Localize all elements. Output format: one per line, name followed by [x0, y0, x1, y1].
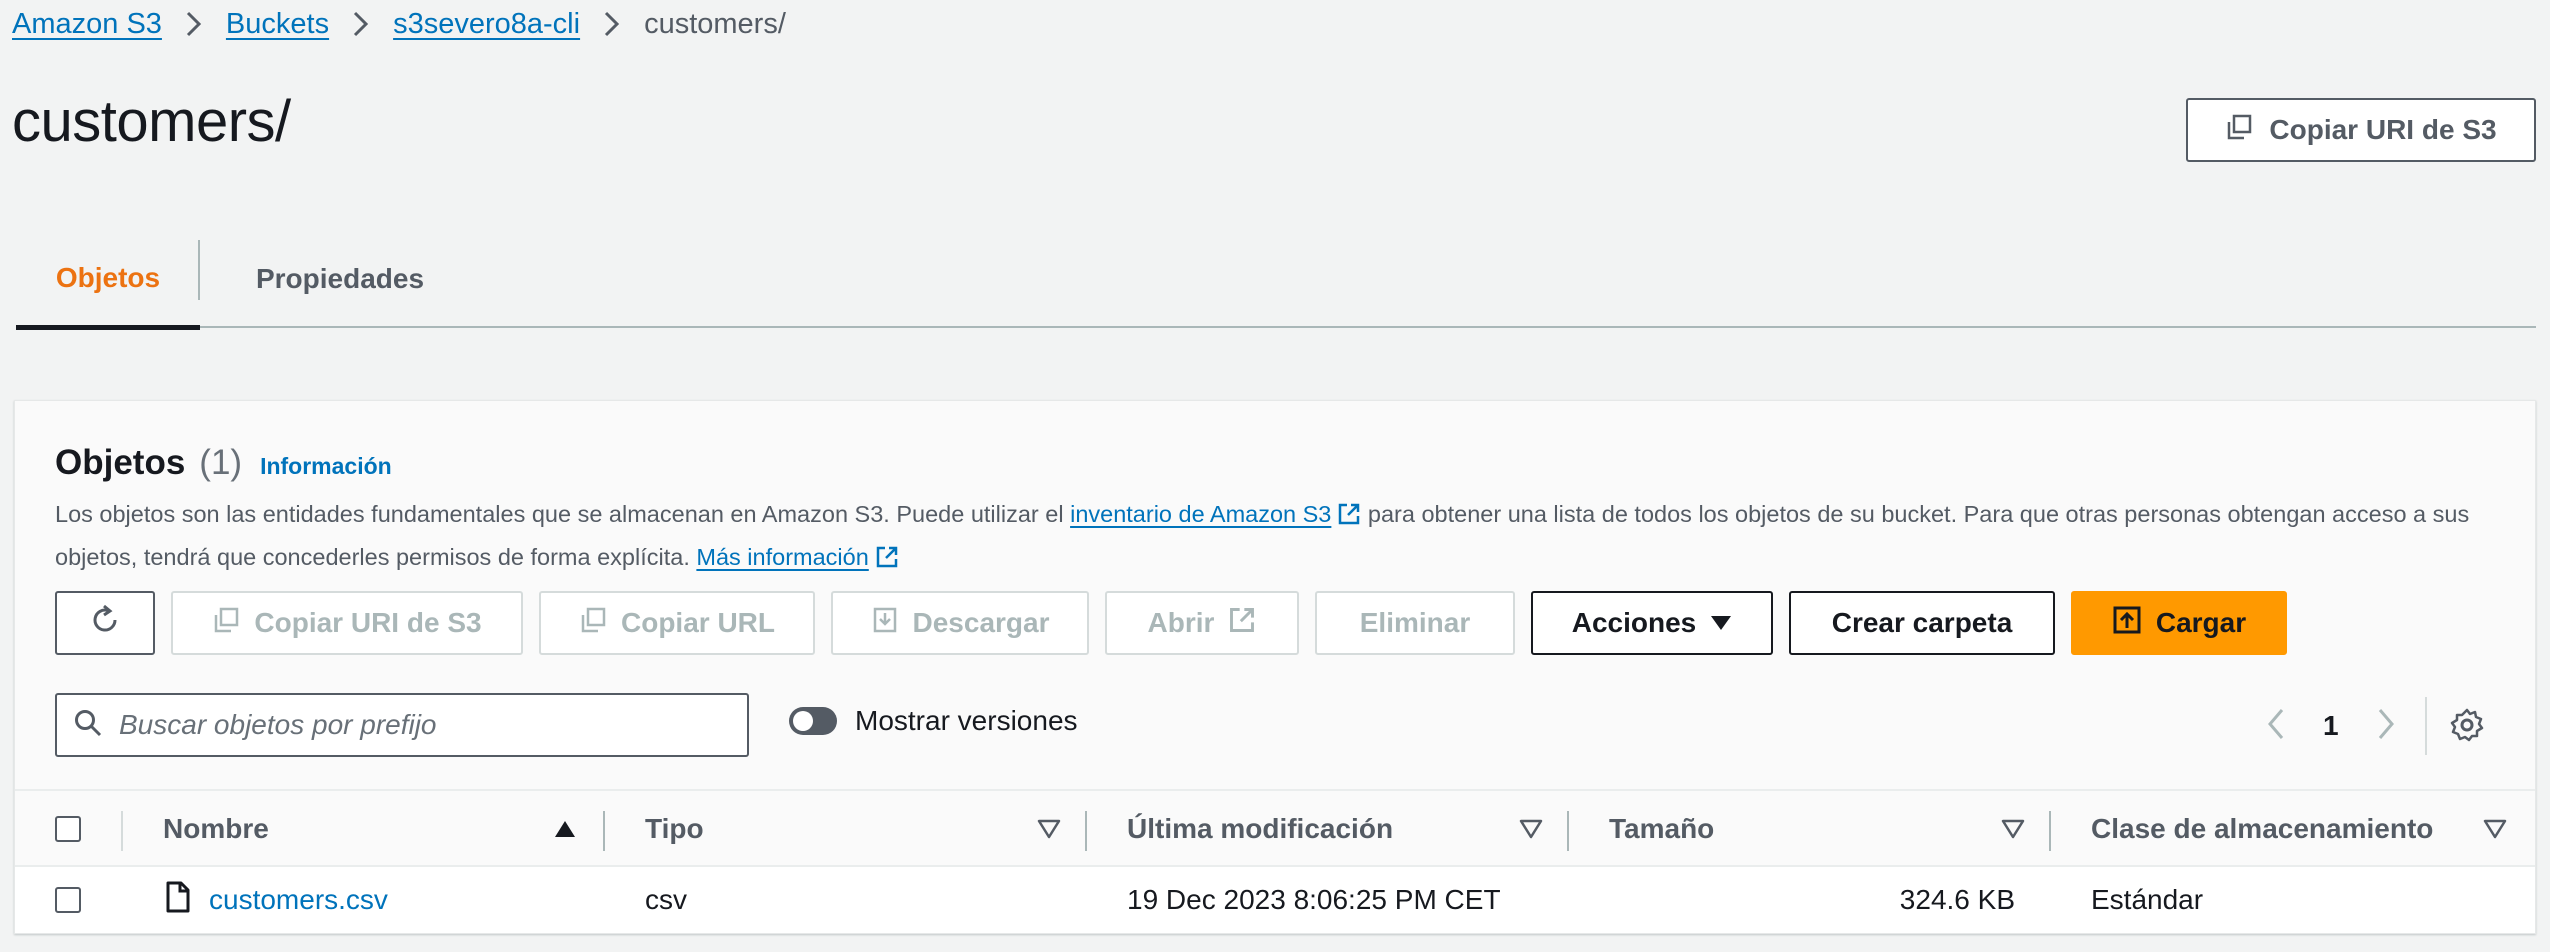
objects-panel: Objetos (1) Información Los objetos son … [14, 400, 2536, 934]
breadcrumb-amazon-s3[interactable]: Amazon S3 [12, 8, 162, 41]
page-title: customers/ [12, 89, 291, 154]
panel-heading: Objetos (1) Información [55, 443, 392, 483]
show-versions-toggle[interactable]: Mostrar versiones [789, 705, 1078, 737]
download-label: Descargar [912, 607, 1050, 638]
column-separator [2049, 811, 2051, 851]
column-separator [1567, 811, 1569, 851]
column-separator [1085, 811, 1087, 851]
object-link[interactable]: customers.csv [209, 884, 388, 916]
pagination: 1 [2265, 701, 2397, 751]
copy-s3-uri-label: Copiar URI de S3 [254, 607, 482, 638]
toggle-switch[interactable] [789, 707, 837, 735]
actions-label: Acciones [1571, 607, 1697, 638]
description-text: Los objetos son las entidades fundamenta… [55, 501, 1071, 527]
cell-type: csv [645, 884, 687, 915]
table-header: Nombre Tipo Última modificación Tamaño C… [15, 789, 2535, 867]
table-row: customers.csv csv 19 Dec 2023 8:06:25 PM… [15, 867, 2535, 933]
panel-description: Los objetos son las entidades fundamenta… [55, 495, 2505, 581]
more-info-link-label: Más información [696, 544, 869, 570]
cell-size: 324.6 KB [1899, 884, 2015, 915]
create-folder-label: Crear carpeta [1831, 607, 2013, 638]
sort-icon[interactable] [1519, 819, 1543, 844]
upload-icon [2112, 605, 2142, 642]
info-link[interactable]: Información [260, 453, 392, 480]
pager-divider [2425, 697, 2427, 755]
breadcrumb: Amazon S3 Buckets s3severo8a-cli custome… [12, 4, 786, 44]
file-icon [165, 881, 191, 920]
upload-label: Cargar [2155, 607, 2247, 638]
copy-icon [2225, 113, 2253, 148]
show-versions-label: Mostrar versiones [855, 705, 1078, 736]
inventory-link[interactable]: inventario de Amazon S3 [1070, 501, 1361, 527]
delete-button[interactable]: Eliminar [1315, 591, 1515, 655]
actions-dropdown[interactable]: Acciones [1531, 591, 1773, 655]
chevron-right-icon [351, 10, 371, 38]
copy-icon [212, 606, 240, 641]
open-button[interactable]: Abrir [1105, 591, 1299, 655]
sort-ascending-icon[interactable] [553, 819, 577, 844]
inventory-link-label: inventario de Amazon S3 [1070, 501, 1332, 527]
cell-last-modified: 19 Dec 2023 8:06:25 PM CET [1127, 884, 1501, 915]
tab-properties[interactable]: Propiedades [222, 230, 458, 328]
delete-label: Eliminar [1359, 607, 1471, 638]
search-input[interactable] [119, 709, 719, 741]
external-link-icon [1228, 606, 1256, 641]
column-header-last-modified[interactable]: Última modificación [1127, 791, 1393, 867]
chevron-left-icon[interactable] [2265, 707, 2287, 746]
download-icon [871, 606, 899, 641]
cell-storage-class: Estándar [2091, 884, 2204, 915]
column-header-storage-class[interactable]: Clase de almacenamiento [2091, 791, 2433, 867]
copy-url-label: Copiar URL [621, 607, 775, 638]
caret-down-icon [1710, 607, 1732, 639]
open-label: Abrir [1147, 607, 1215, 638]
breadcrumb-bucket[interactable]: s3severo8a-cli [393, 8, 580, 41]
column-separator [603, 811, 605, 851]
sort-icon[interactable] [1037, 819, 1061, 844]
tab-divider [198, 240, 200, 300]
copy-icon [579, 606, 607, 641]
column-header-size[interactable]: Tamaño [1609, 791, 1714, 867]
breadcrumb-buckets[interactable]: Buckets [226, 8, 329, 41]
select-all-checkbox[interactable] [55, 816, 81, 842]
panel-title: Objetos [55, 443, 186, 482]
tab-objects[interactable]: Objetos [16, 230, 200, 330]
column-separator [121, 811, 123, 851]
refresh-button[interactable] [55, 591, 155, 655]
search-field[interactable] [55, 693, 749, 757]
download-button[interactable]: Descargar [831, 591, 1089, 655]
sort-icon[interactable] [2001, 819, 2025, 844]
column-header-type[interactable]: Tipo [645, 791, 704, 867]
copy-s3-uri-label: Copiar URI de S3 [2269, 114, 2497, 145]
search-icon [73, 708, 103, 743]
cell-name: customers.csv [165, 867, 388, 933]
object-count: (1) [199, 443, 243, 482]
tab-list: Objetos Propiedades [16, 230, 2536, 330]
external-link-icon [1337, 499, 1361, 538]
row-checkbox[interactable] [55, 887, 81, 913]
copy-s3-uri-button[interactable]: Copiar URI de S3 [2186, 98, 2536, 162]
breadcrumb-current: customers/ [644, 7, 786, 40]
create-folder-button[interactable]: Crear carpeta [1789, 591, 2055, 655]
refresh-icon [88, 603, 122, 644]
chevron-right-icon [184, 10, 204, 38]
upload-button[interactable]: Cargar [2071, 591, 2287, 655]
settings-gear-icon[interactable] [2449, 707, 2485, 748]
copy-s3-uri-button-disabled[interactable]: Copiar URI de S3 [171, 591, 523, 655]
chevron-right-icon[interactable] [2375, 707, 2397, 746]
more-info-link[interactable]: Más información [696, 544, 898, 570]
chevron-right-icon [602, 10, 622, 38]
column-header-name[interactable]: Nombre [163, 791, 269, 867]
external-link-icon [875, 542, 899, 581]
current-page[interactable]: 1 [2323, 710, 2339, 742]
copy-url-button[interactable]: Copiar URL [539, 591, 815, 655]
sort-icon[interactable] [2483, 819, 2507, 844]
